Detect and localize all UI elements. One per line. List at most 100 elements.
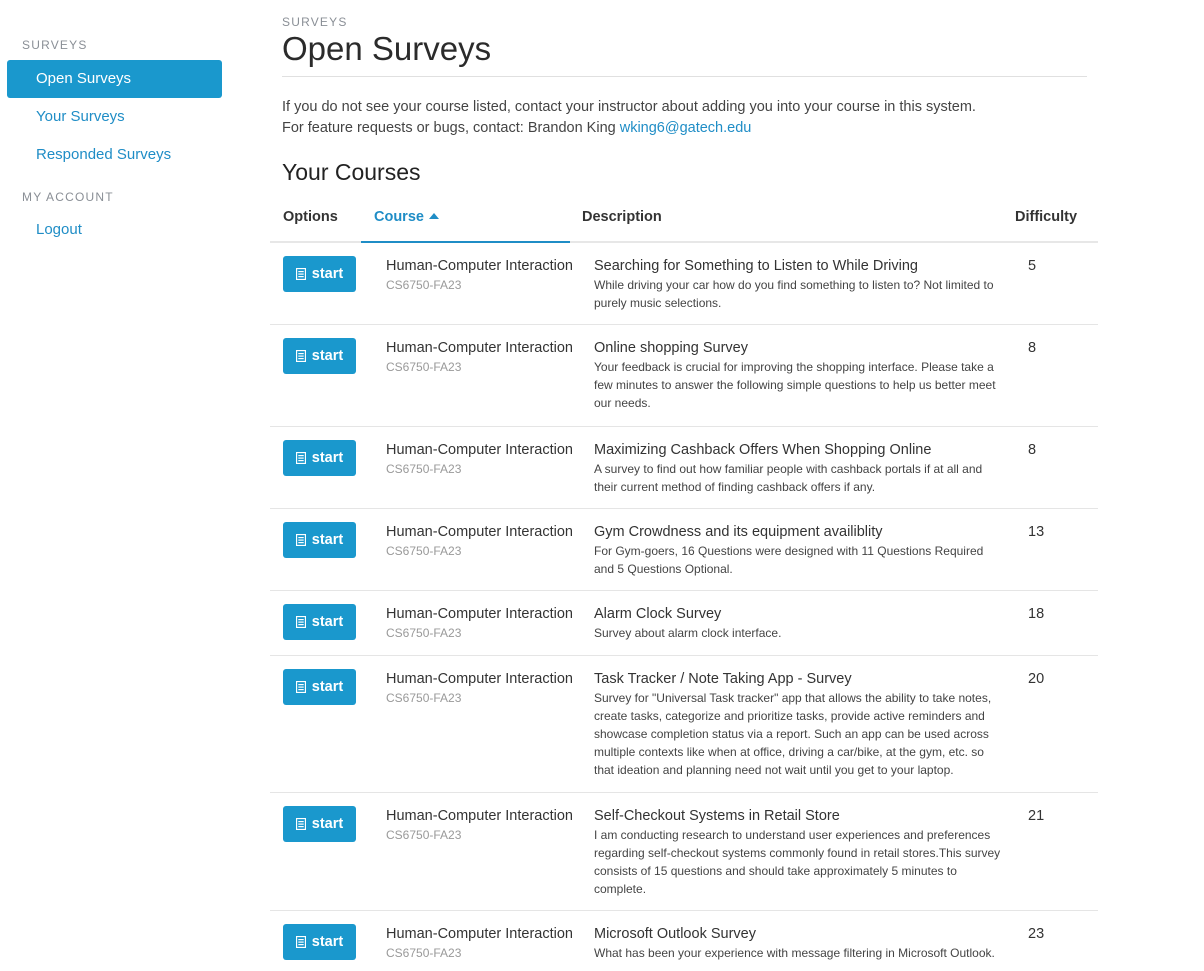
start-survey-button[interactable]: start [283, 256, 356, 292]
course-code: CS6750-FA23 [386, 360, 462, 374]
column-header-difficulty: Difficulty [1015, 209, 1078, 225]
difficulty-value: 21 [1028, 808, 1045, 824]
description-cell: Online shopping Survey Your feedback is c… [594, 340, 1006, 412]
column-header-course-label: Course [374, 209, 424, 225]
table-row: start Human-Computer Interaction CS6750-F… [270, 591, 1098, 656]
start-survey-button[interactable]: start [283, 440, 356, 476]
description-cell: Maximizing Cashback Offers When Shopping… [594, 442, 1006, 496]
course-name: Human-Computer Interaction [386, 606, 573, 622]
description-cell: Alarm Clock Survey Survey about alarm clo… [594, 606, 1006, 642]
course-code: CS6750-FA23 [386, 278, 462, 292]
difficulty-value: 8 [1028, 340, 1037, 356]
table-header: Options Course Description Difficulty [270, 196, 1098, 243]
course-cell: Human-Computer Interaction CS6750-FA23 [386, 671, 573, 705]
course-cell: Human-Computer Interaction CS6750-FA23 [386, 808, 573, 842]
sidebar-section-surveys: SURVEYS [22, 38, 88, 52]
course-cell: Human-Computer Interaction CS6750-FA23 [386, 340, 573, 374]
document-icon [295, 936, 306, 948]
table-row: start Human-Computer Interaction CS6750-F… [270, 427, 1098, 509]
table-row: start Human-Computer Interaction CS6750-F… [270, 911, 1098, 971]
course-name: Human-Computer Interaction [386, 340, 573, 356]
difficulty-value: 18 [1028, 606, 1045, 622]
start-button-label: start [311, 532, 344, 548]
sidebar-item-open-surveys[interactable]: Open Surveys [7, 60, 222, 98]
description-cell: Microsoft Outlook Survey What has been yo… [594, 926, 1006, 962]
course-code: CS6750-FA23 [386, 828, 462, 842]
description-cell: Gym Crowdness and its equipment availibl… [594, 524, 1006, 578]
document-icon [295, 616, 306, 628]
difficulty-value: 20 [1028, 671, 1045, 687]
course-cell: Human-Computer Interaction CS6750-FA23 [386, 442, 573, 476]
intro-text: If you do not see your course listed, co… [282, 97, 976, 139]
survey-description: Survey for "Universal Task tracker" app … [594, 691, 992, 777]
sidebar-item-your-surveys[interactable]: Your Surveys [7, 98, 222, 136]
column-header-course[interactable]: Course [374, 209, 439, 225]
intro-line-1: If you do not see your course listed, co… [282, 99, 976, 115]
contact-email-link[interactable]: wking6@gatech.edu [620, 120, 752, 136]
document-icon [295, 452, 306, 464]
description-cell: Task Tracker / Note Taking App - Survey S… [594, 671, 1006, 779]
start-button-label: start [311, 679, 344, 695]
start-survey-button[interactable]: start [283, 669, 356, 705]
document-icon [295, 534, 306, 546]
difficulty-value: 13 [1028, 524, 1045, 540]
course-name: Human-Computer Interaction [386, 442, 573, 458]
document-icon [295, 350, 306, 362]
title-divider [282, 76, 1087, 77]
courses-table: Options Course Description Difficulty st… [270, 196, 1098, 971]
difficulty-value: 8 [1028, 442, 1037, 458]
survey-description: Survey about alarm clock interface. [594, 626, 782, 640]
intro-line-2: For feature requests or bugs, contact: B… [282, 118, 976, 139]
start-button-label: start [311, 450, 344, 466]
sidebar-item-logout[interactable]: Logout [7, 211, 222, 249]
description-cell: Searching for Something to Listen to Whi… [594, 258, 1006, 312]
sidebar-item-responded-surveys[interactable]: Responded Surveys [7, 136, 222, 174]
survey-title: Self-Checkout Systems in Retail Store [594, 808, 840, 824]
start-survey-button[interactable]: start [283, 806, 356, 842]
document-icon [295, 818, 306, 830]
course-name: Human-Computer Interaction [386, 258, 573, 274]
course-cell: Human-Computer Interaction CS6750-FA23 [386, 524, 573, 558]
survey-description: While driving your car how do you find s… [594, 278, 994, 310]
course-code: CS6750-FA23 [386, 544, 462, 558]
description-cell: Self-Checkout Systems in Retail Store I a… [594, 808, 1006, 898]
sidebar: SURVEYS Open Surveys Your Surveys Respon… [7, 0, 222, 249]
table-row: start Human-Computer Interaction CS6750-F… [270, 509, 1098, 591]
intro-contact-text: For feature requests or bugs, contact: B… [282, 120, 620, 136]
survey-title: Task Tracker / Note Taking App - Survey [594, 671, 852, 687]
page-eyebrow: SURVEYS [282, 15, 348, 29]
start-button-label: start [311, 934, 344, 950]
start-survey-button[interactable]: start [283, 338, 356, 374]
survey-title: Gym Crowdness and its equipment availibl… [594, 524, 883, 540]
survey-description: I am conducting research to understand u… [594, 828, 1001, 896]
survey-title: Online shopping Survey [594, 340, 748, 356]
table-row: start Human-Computer Interaction CS6750-F… [270, 243, 1098, 325]
start-button-label: start [311, 266, 344, 282]
survey-title: Alarm Clock Survey [594, 606, 722, 622]
start-button-label: start [311, 348, 344, 364]
survey-description: Your feedback is crucial for improving t… [594, 360, 996, 410]
column-header-description: Description [582, 209, 662, 225]
document-icon [295, 681, 306, 693]
course-code: CS6750-FA23 [386, 946, 462, 960]
section-title-your-courses: Your Courses [282, 159, 421, 185]
sidebar-section-my-account: MY ACCOUNT [22, 190, 114, 204]
start-survey-button[interactable]: start [283, 522, 356, 558]
start-button-label: start [311, 816, 344, 832]
table-row: start Human-Computer Interaction CS6750-F… [270, 325, 1098, 427]
table-row: start Human-Computer Interaction CS6750-F… [270, 793, 1098, 911]
page-title: Open Surveys [282, 30, 492, 67]
sort-ascending-icon [428, 213, 439, 219]
table-row: start Human-Computer Interaction CS6750-F… [270, 656, 1098, 793]
document-icon [295, 268, 306, 280]
course-cell: Human-Computer Interaction CS6750-FA23 [386, 926, 573, 960]
start-survey-button[interactable]: start [283, 924, 356, 960]
difficulty-value: 23 [1028, 926, 1045, 942]
survey-description: A survey to find out how familiar people… [594, 462, 983, 494]
survey-title: Microsoft Outlook Survey [594, 926, 756, 942]
start-survey-button[interactable]: start [283, 604, 356, 640]
course-code: CS6750-FA23 [386, 626, 462, 640]
course-cell: Human-Computer Interaction CS6750-FA23 [386, 606, 573, 640]
start-button-label: start [311, 614, 344, 630]
course-name: Human-Computer Interaction [386, 926, 573, 942]
